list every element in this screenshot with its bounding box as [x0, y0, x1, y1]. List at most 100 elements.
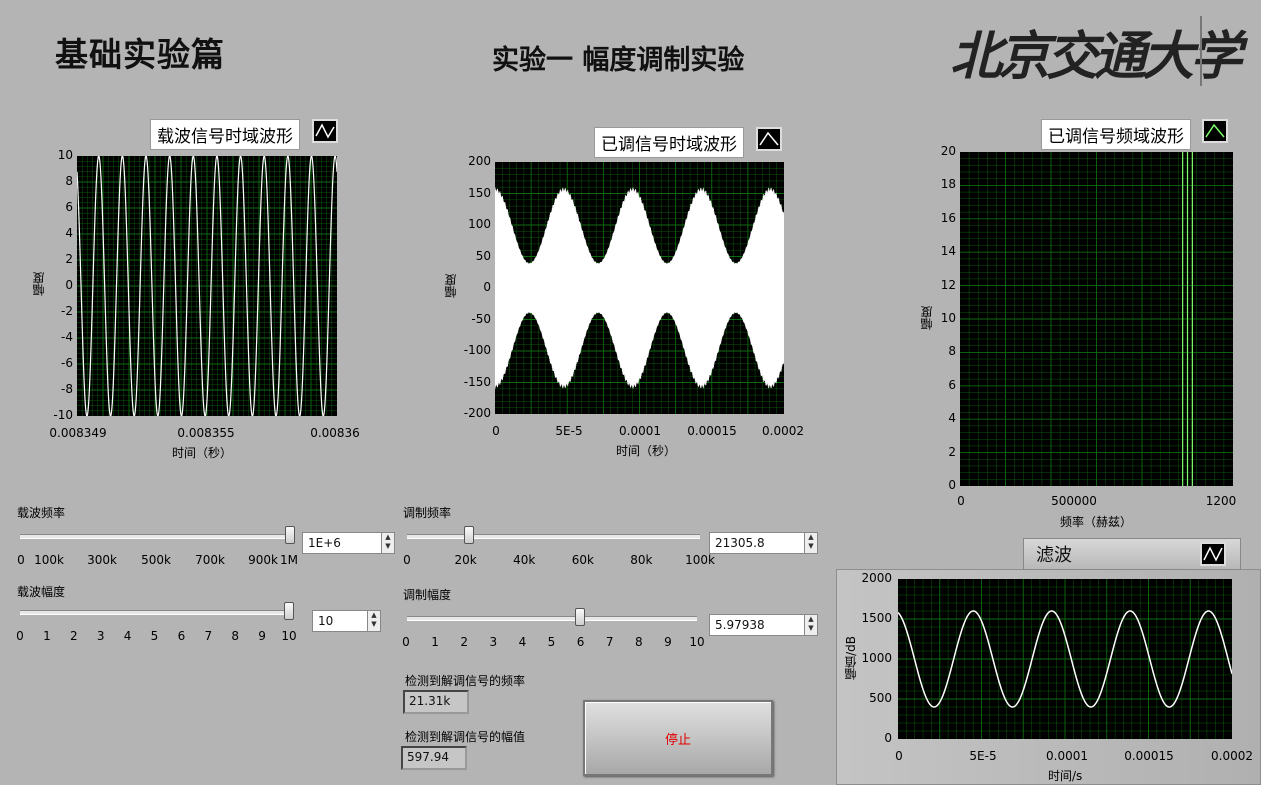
- slider-tick-label: 3: [489, 635, 498, 649]
- carrier-freq-input[interactable]: 1E+6: [302, 532, 382, 554]
- x-tick-label: 0.00015: [1124, 749, 1174, 763]
- slider-tick-label: 60k: [571, 553, 594, 567]
- slider-tick-label: 500k: [141, 553, 171, 567]
- slider-tick-label: 10: [281, 629, 297, 643]
- carrier-amp-track[interactable]: [20, 610, 290, 615]
- mod-freq-label: 调制频率: [403, 506, 452, 520]
- slider-tick-label: 900k: [248, 553, 278, 567]
- y-tick-label: 500: [869, 691, 892, 705]
- x-tick-label: 0.00015: [687, 424, 737, 438]
- experiment-title: 实验一 幅度调制实验: [492, 45, 745, 76]
- carrier-plot-title: 载波信号时域波形: [150, 119, 300, 150]
- modulated-ylabel: 幅度: [444, 274, 458, 298]
- slider-tick-label: 4: [518, 635, 527, 649]
- stop-button[interactable]: 停止: [583, 700, 773, 776]
- y-tick-label: 2000: [861, 571, 892, 585]
- slider-tick-label: 80k: [630, 553, 653, 567]
- slider-tick-label: 7: [605, 635, 614, 649]
- carrier-legend-icon[interactable]: [312, 119, 338, 143]
- slider-tick-label: 3: [96, 629, 105, 643]
- stop-button-label: 停止: [664, 732, 691, 748]
- x-tick-label: 0.0001: [619, 424, 661, 438]
- y-tick-label: 0: [948, 478, 956, 492]
- y-tick-label: 150: [468, 185, 491, 200]
- y-tick-label: -10: [53, 408, 73, 422]
- x-tick-label: 0.00836: [310, 426, 360, 440]
- carrier-amp-thumb[interactable]: [284, 602, 294, 620]
- y-tick-label: 50: [475, 248, 491, 263]
- x-tick-label: 0.008349: [49, 426, 107, 440]
- detected-freq-value: 21.31k: [403, 690, 469, 714]
- slider-tick-label: 20k: [454, 553, 477, 567]
- spectrum-legend-icon[interactable]: [1202, 119, 1228, 143]
- carrier-freq-thumb[interactable]: [285, 526, 295, 544]
- y-tick-label: 18: [940, 177, 956, 192]
- y-tick-label: 0: [483, 280, 491, 294]
- spectrum-ylabel: 幅度: [920, 306, 934, 330]
- y-tick-label: 4: [65, 226, 73, 240]
- x-tick-label: 0.008355: [177, 426, 235, 440]
- x-tick-label: 500000: [1051, 494, 1097, 508]
- y-tick-label: -2: [61, 304, 73, 318]
- modulated-time-plot[interactable]: [495, 162, 784, 414]
- slider-tick-label: 9: [258, 629, 266, 643]
- y-tick-label: -100: [463, 343, 491, 357]
- y-tick-label: 10: [940, 311, 956, 325]
- y-tick-label: 1000: [861, 651, 892, 665]
- filter-legend-icon[interactable]: [1200, 542, 1226, 566]
- filter-plot[interactable]: [898, 579, 1232, 739]
- modulated-legend-icon[interactable]: [756, 127, 782, 151]
- carrier-freq-track[interactable]: [20, 534, 292, 539]
- carrier-freq-spinner[interactable]: ▲ ▼: [381, 532, 395, 554]
- mod-amp-label: 调制幅度: [403, 588, 452, 602]
- carrier-freq-label: 载波频率: [17, 506, 66, 520]
- mod-amp-track[interactable]: [407, 616, 697, 621]
- carrier-time-plot[interactable]: [77, 156, 337, 416]
- slider-tick-label: 2: [69, 629, 78, 643]
- carrier-ylabel: 幅度: [32, 272, 46, 296]
- y-tick-label: 14: [940, 244, 956, 259]
- y-tick-label: 0: [65, 278, 73, 292]
- x-tick-label: 1200: [1205, 494, 1237, 508]
- x-tick-label: 0: [895, 749, 903, 763]
- y-tick-label: 16: [940, 210, 956, 225]
- spectrum-plot[interactable]: [960, 152, 1233, 486]
- spectrum-xlabel: 频率（赫兹）: [1060, 515, 1133, 529]
- mod-freq-track[interactable]: [407, 534, 700, 539]
- y-tick-label: 6: [948, 377, 956, 392]
- mod-freq-spinner[interactable]: ▲ ▼: [804, 532, 818, 554]
- y-tick-label: -6: [61, 356, 73, 370]
- slider-tick-label: 100k: [34, 553, 64, 567]
- y-tick-label: 0: [884, 731, 892, 745]
- y-tick-label: 6: [65, 200, 73, 214]
- slider-tick-label: 10: [689, 635, 705, 649]
- mod-amp-input[interactable]: 5.97938: [709, 614, 805, 636]
- slider-tick-label: 1M: [280, 553, 298, 567]
- slider-tick-label: 5: [150, 629, 159, 643]
- carrier-amp-input[interactable]: 10: [312, 610, 368, 632]
- detected-amp-value: 597.94: [401, 746, 467, 770]
- carrier-amp-spinner[interactable]: ▲ ▼: [367, 610, 381, 632]
- y-tick-label: 1500: [861, 611, 892, 625]
- x-tick-label: 0: [957, 494, 965, 508]
- y-tick-label: 2: [65, 252, 73, 266]
- x-tick-label: 5E-5: [969, 749, 997, 763]
- x-tick-label: 0.0002: [1211, 749, 1253, 763]
- detected-freq-label: 检测到解调信号的频率: [405, 674, 526, 688]
- slider-tick-label: 0: [403, 553, 411, 567]
- y-tick-label: -4: [61, 330, 73, 344]
- filter-ylabel: 幅值/dB: [844, 636, 858, 680]
- mod-amp-spinner[interactable]: ▲ ▼: [804, 614, 818, 636]
- mod-freq-thumb[interactable]: [464, 526, 475, 544]
- mod-freq-input[interactable]: 21305.8: [709, 532, 805, 554]
- spectrum-plot-title: 已调信号频域波形: [1041, 119, 1191, 150]
- y-tick-label: -200: [463, 406, 491, 420]
- y-tick-label: 4: [948, 411, 956, 426]
- filter-tab-label: 滤波: [1036, 545, 1072, 566]
- mod-amp-thumb[interactable]: [575, 608, 586, 626]
- slider-tick-label: 1: [43, 629, 51, 643]
- slider-tick-label: 1: [431, 635, 439, 649]
- modulated-xlabel: 时间（秒）: [616, 444, 677, 458]
- y-tick-label: 100: [468, 217, 491, 231]
- y-tick-label: 10: [57, 148, 73, 162]
